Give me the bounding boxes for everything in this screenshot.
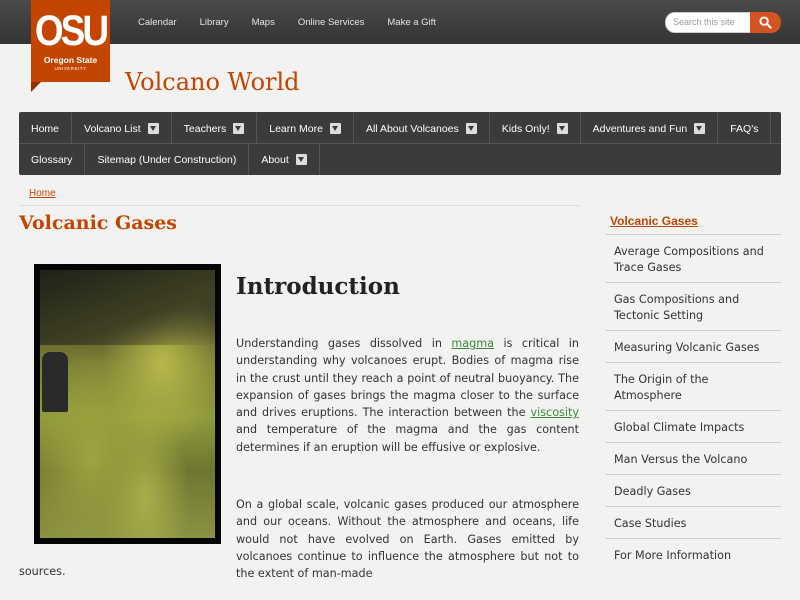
nav-all-about-volcanoes-label: All About Volcanoes: [365, 122, 459, 135]
top-link-online-services[interactable]: Online Services: [298, 17, 365, 28]
intro-paragraph-1: Understanding gases dissolved in magma i…: [236, 335, 579, 456]
nav-teachers-label: Teachers: [183, 122, 227, 135]
nav-about-label: About: [261, 153, 289, 166]
nav-faqs-label: FAQ's: [730, 122, 759, 135]
volcanic-gas-photo: [34, 264, 221, 544]
p1-text-a: Understanding gases dissolved in: [236, 337, 452, 350]
sidebar-item-case-studies[interactable]: Case Studies: [606, 506, 781, 538]
nav-about[interactable]: About: [249, 144, 320, 175]
nav-row-2: Glossary Sitemap (Under Construction) Ab…: [19, 144, 320, 175]
nav-faqs[interactable]: FAQ's: [718, 113, 772, 144]
sidebar-item-measuring[interactable]: Measuring Volcanic Gases: [606, 330, 781, 362]
breadcrumb-divider: [19, 205, 580, 206]
nav-volcano-list-label: Volcano List: [84, 122, 141, 135]
nav-volcano-list[interactable]: Volcano List: [72, 113, 172, 144]
nav-home-label: Home: [31, 122, 60, 135]
viscosity-link[interactable]: viscosity: [531, 406, 580, 419]
nav-adventures-and-fun[interactable]: Adventures and Fun: [581, 113, 719, 144]
page-title: Volcanic Gases: [19, 212, 178, 234]
main-nav: Home Volcano List Teachers Learn More Al…: [19, 112, 781, 175]
nav-sitemap[interactable]: Sitemap (Under Construction): [85, 144, 250, 175]
dropdown-arrow-icon[interactable]: [694, 123, 706, 134]
nav-glossary-label: Glossary: [31, 153, 73, 166]
nav-sitemap-label: Sitemap (Under Construction): [97, 153, 237, 166]
person-figure: [42, 352, 68, 412]
intro-paragraph-2: On a global scale, volcanic gases produc…: [236, 498, 579, 581]
breadcrumb-home[interactable]: Home: [29, 188, 56, 199]
intro-heading: Introduction: [236, 273, 400, 300]
sidebar-menu: Average Compositions and Trace Gases Gas…: [606, 234, 781, 570]
dropdown-arrow-icon[interactable]: [295, 154, 307, 165]
osu-logo[interactable]: OSU Oregon State UNIVERSITY: [31, 0, 110, 82]
nav-home[interactable]: Home: [19, 113, 73, 144]
nav-learn-more-label: Learn More: [269, 122, 323, 135]
search-input[interactable]: Search this site: [665, 12, 753, 33]
sidebar-item-more-info[interactable]: For More Information: [606, 538, 781, 570]
nav-teachers[interactable]: Teachers: [172, 113, 258, 144]
logo-sub: Oregon State: [43, 55, 98, 65]
nav-adventures-and-fun-label: Adventures and Fun: [592, 122, 688, 135]
sidebar-item-global-climate[interactable]: Global Climate Impacts: [606, 410, 781, 442]
sidebar-item-man-vs-volcano[interactable]: Man Versus the Volcano: [606, 442, 781, 474]
nav-learn-more[interactable]: Learn More: [257, 113, 354, 144]
logo-university: UNIVERSITY: [54, 65, 87, 71]
dropdown-arrow-icon[interactable]: [329, 123, 341, 134]
sidebar-item-average-compositions[interactable]: Average Compositions and Trace Gases: [606, 234, 781, 282]
site-title[interactable]: Volcano World: [125, 68, 300, 96]
search-icon: [759, 16, 772, 29]
search-button[interactable]: [750, 12, 781, 33]
sidebar-heading[interactable]: Volcanic Gases: [610, 214, 698, 228]
p1-text-c: and temperature of the magma and the gas…: [236, 423, 579, 454]
dropdown-arrow-icon[interactable]: [465, 123, 477, 134]
top-link-library[interactable]: Library: [200, 17, 229, 28]
top-links: Calendar Library Maps Online Services Ma…: [138, 0, 459, 44]
top-link-maps[interactable]: Maps: [252, 17, 275, 28]
top-link-make-a-gift[interactable]: Make a Gift: [387, 17, 436, 28]
nav-row-1: Home Volcano List Teachers Learn More Al…: [19, 113, 772, 144]
nav-kids-only[interactable]: Kids Only!: [490, 113, 581, 144]
photo-image: [40, 270, 215, 538]
magma-link[interactable]: magma: [451, 337, 494, 350]
nav-all-about-volcanoes[interactable]: All About Volcanoes: [354, 113, 490, 144]
logo-text: OSU: [34, 6, 109, 55]
sidebar-item-origin-atmosphere[interactable]: The Origin of the Atmosphere: [606, 362, 781, 410]
sidebar-item-gas-compositions[interactable]: Gas Compositions and Tectonic Setting: [606, 282, 781, 330]
nav-kids-only-label: Kids Only!: [501, 122, 550, 135]
sidebar-item-deadly-gases[interactable]: Deadly Gases: [606, 474, 781, 506]
intro-paragraph-2-tail: sources.: [19, 565, 66, 578]
dropdown-arrow-icon[interactable]: [147, 123, 159, 134]
dropdown-arrow-icon[interactable]: [233, 123, 245, 134]
dropdown-arrow-icon[interactable]: [556, 123, 568, 134]
nav-glossary[interactable]: Glossary: [19, 144, 86, 175]
logo-fold: [31, 82, 41, 92]
top-link-calendar[interactable]: Calendar: [138, 17, 177, 28]
